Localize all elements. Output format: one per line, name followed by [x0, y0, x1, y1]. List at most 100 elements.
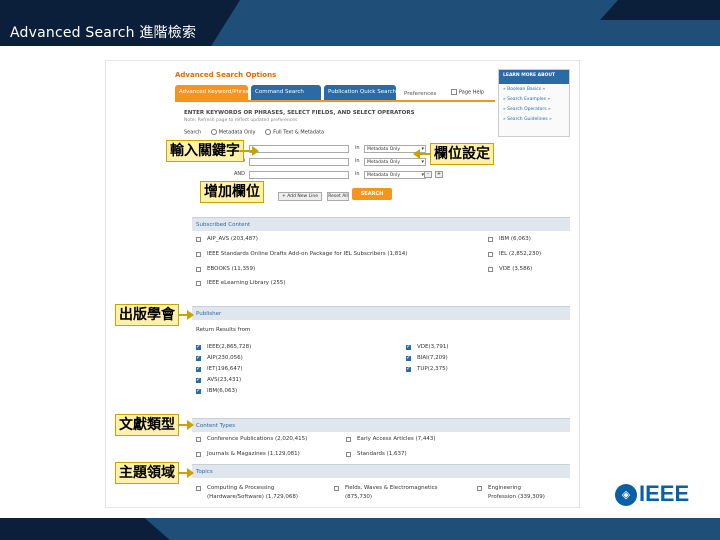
label-ebooks: EBOOKS (11,359) [207, 266, 256, 272]
label-elearning: IEEE eLearning Library (255) [207, 280, 286, 286]
checkbox-vde[interactable] [488, 267, 493, 272]
instructions-heading: ENTER KEYWORDS OR PHRASES, SELECT FIELDS… [184, 110, 415, 116]
in-label: in [355, 145, 360, 151]
checkbox-ebooks[interactable] [196, 267, 201, 272]
keyword-input-2[interactable] [249, 158, 349, 166]
callout-keyword: 輸入關鍵字 [166, 140, 244, 162]
add-new-line-button[interactable]: + Add New Line [278, 192, 322, 201]
slide-title: Advanced Search 進階檢索 [10, 25, 197, 41]
checkbox-early-access[interactable] [346, 437, 351, 442]
radio-metadata-only[interactable] [210, 129, 217, 135]
help-icon [451, 89, 457, 95]
checkbox-ibm[interactable] [488, 237, 493, 242]
callout-topic-area: 主題領域 [115, 462, 179, 484]
radio-full-text-label: Full Text & Metadata [273, 129, 325, 136]
checkbox-pub-avs[interactable] [196, 376, 201, 383]
in-label: in [355, 171, 360, 177]
tab-publication-quick-search[interactable]: Publication Quick Search [324, 85, 396, 100]
search-page-screenshot: Advanced Search Options Advanced Keyword… [105, 60, 580, 508]
label-topic-fields-count: (875,730) [345, 494, 373, 500]
content-types-header: Content Types [192, 418, 570, 432]
checkbox-pub-tup[interactable] [406, 365, 411, 372]
checkbox-topic-engineering[interactable] [477, 486, 482, 491]
label-topic-engineering: Engineering [488, 485, 521, 491]
checkbox-aip-avs[interactable] [196, 237, 201, 242]
tab-advanced-keyword[interactable]: Advanced Keyword/Phrases [175, 85, 255, 100]
checkbox-standards[interactable] [346, 452, 351, 457]
link-search-guidelines[interactable]: » Search Guidelines » [499, 114, 569, 124]
checkbox-ieee-standards-drafts[interactable] [196, 252, 201, 257]
field-select-3[interactable]: Metadata Only [364, 171, 426, 179]
arrowhead-left-icon [413, 149, 420, 159]
keyword-input-3[interactable] [249, 171, 349, 179]
label-topic-engineering-count: Profession (339,309) [488, 494, 545, 500]
label-vde: VDE (3,586) [499, 266, 533, 272]
checkbox-pub-vde[interactable] [406, 343, 411, 350]
callout-publisher: 出版學會 [115, 304, 179, 326]
ieee-diamond-icon: ◈ [615, 484, 637, 506]
label-pub-vde: VDE(3,791) [417, 344, 449, 350]
checkbox-pub-ieee[interactable] [196, 343, 201, 350]
remove-row-button[interactable]: - [424, 171, 432, 178]
label-pub-aip: AIP(230,056) [207, 355, 243, 361]
arrowhead-right-icon [252, 146, 259, 156]
radio-metadata-label: Metadata Only [218, 129, 256, 136]
label-pub-ieee: IEEE(2,865,728) [207, 344, 252, 350]
checkbox-pub-biai[interactable] [406, 354, 411, 361]
label-pub-ibm: IBM(6,063) [207, 388, 238, 394]
label-standards: Standards (1,637) [357, 451, 407, 457]
label-iel: IEL (2,852,230) [499, 251, 542, 257]
instructions-note: Note: Refresh page to reflect updated pr… [184, 118, 298, 123]
checkbox-topic-computing[interactable] [196, 486, 201, 491]
field-select-2[interactable]: Metadata Only [364, 158, 426, 166]
operator-select-3[interactable]: AND [231, 171, 245, 177]
reset-all-button[interactable]: Reset All [327, 192, 349, 201]
label-ieee-standards-drafts: IEEE Standards Online Drafts Add-on Pack… [207, 251, 408, 257]
checkbox-journals[interactable] [196, 452, 201, 457]
subscribed-content-header: Subscribed Content [192, 217, 570, 231]
callout-field-arrow [420, 153, 430, 155]
label-ibm: IBM (6,063) [499, 236, 531, 242]
learn-more-title: LEARN MORE ABOUT [499, 70, 569, 84]
learn-more-box: LEARN MORE ABOUT » Boolean Basics » » Se… [498, 69, 570, 137]
arrowhead-right-icon [187, 468, 194, 478]
return-results-label: Return Results from [196, 327, 251, 333]
label-pub-iet: IET(196,647) [207, 366, 243, 372]
publisher-header: Publisher [192, 306, 570, 320]
label-aip-avs: AIP_AVS (203,487) [207, 236, 258, 242]
tab-underline [175, 100, 495, 102]
checkbox-iel[interactable] [488, 252, 493, 257]
keyword-input-1[interactable] [249, 145, 349, 153]
search-button[interactable]: SEARCH [352, 188, 392, 200]
callout-doc-type: 文獻類型 [115, 414, 179, 436]
radio-full-text[interactable] [265, 129, 272, 135]
slide-footer-accent [0, 518, 170, 540]
ieee-logo-text: IEEE [639, 481, 690, 506]
label-journals: Journals & Magazines (1,129,081) [207, 451, 300, 457]
page-help-label: Page Help [459, 89, 485, 96]
checkbox-topic-fields[interactable] [334, 486, 339, 491]
link-search-operators[interactable]: » Search Operators » [499, 104, 569, 114]
in-label: in [355, 158, 360, 164]
search-label: Search [184, 129, 202, 136]
link-search-examples[interactable]: » Search Examples » [499, 94, 569, 104]
page-title: Advanced Search Options [175, 71, 277, 79]
checkbox-pub-iet[interactable] [196, 365, 201, 372]
label-topic-computing-count: (Hardware/Software) (1,729,068) [207, 494, 298, 500]
checkbox-conference[interactable] [196, 437, 201, 442]
checkbox-pub-aip[interactable] [196, 354, 201, 361]
callout-add-field: 增加欄位 [200, 181, 264, 203]
callout-field-setting: 欄位設定 [430, 143, 494, 165]
label-topic-computing: Computing & Processing [207, 485, 275, 491]
page-help-link[interactable]: Page Help [451, 89, 484, 96]
checkbox-elearning[interactable] [196, 281, 201, 286]
topics-header: Topics [192, 464, 570, 478]
checkbox-pub-ibm[interactable] [196, 387, 201, 394]
label-early-access: Early Access Articles (7,443) [357, 436, 436, 442]
add-row-icon-button[interactable]: + [435, 171, 443, 178]
link-boolean-basics[interactable]: » Boolean Basics » [499, 84, 569, 94]
label-conference: Conference Publications (2,020,415) [207, 436, 308, 442]
label-topic-fields: Fields, Waves & Electromagnetics [345, 485, 438, 491]
tab-command-search[interactable]: Command Search [251, 85, 321, 100]
arrowhead-right-icon [187, 420, 194, 430]
